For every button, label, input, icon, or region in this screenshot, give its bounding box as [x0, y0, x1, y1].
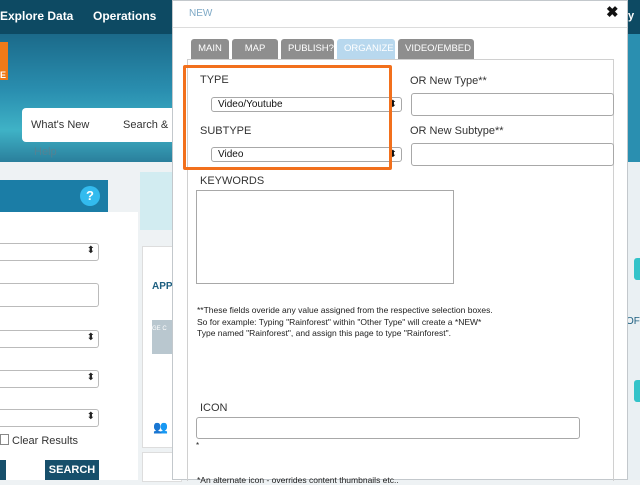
clear-results-label: Clear Results	[12, 435, 79, 447]
logo-letter: E	[0, 70, 7, 80]
right-edge-content: y OF	[626, 10, 640, 480]
people-icon: 👥	[153, 420, 168, 434]
required-mark: *	[196, 441, 200, 450]
icon-input[interactable]	[196, 417, 580, 439]
new-type-label: OR New Type**	[410, 75, 487, 87]
override-note: **These fields overide any value assigne…	[197, 305, 493, 340]
tab-main[interactable]: MAIN	[191, 39, 229, 59]
nav-explore-data[interactable]: Explore Data	[0, 9, 73, 23]
tab-search[interactable]: Search &	[123, 119, 168, 131]
new-type-input[interactable]	[411, 93, 614, 116]
filter-select-3[interactable]	[0, 370, 99, 388]
tab-map-it[interactable]: MAP IT!	[232, 39, 278, 74]
tab-whats-new[interactable]: What's New	[31, 119, 89, 131]
note-line: So for example: Typing "Rainforest" with…	[197, 316, 482, 339]
divider	[173, 27, 627, 28]
clear-results-option[interactable]: Clear Results	[0, 434, 78, 447]
filter-select-1[interactable]	[0, 243, 99, 261]
help-link[interactable]: Help	[34, 146, 57, 158]
hero-tabs: What's New Search &	[22, 108, 174, 142]
card-title[interactable]: APP	[152, 281, 173, 292]
close-icon[interactable]: ✖	[606, 3, 619, 21]
help-icon[interactable]: ?	[80, 186, 100, 206]
side-tab[interactable]	[634, 258, 640, 280]
filter-text-input[interactable]	[0, 283, 99, 307]
filter-select-4[interactable]	[0, 409, 99, 427]
clear-results-checkbox[interactable]	[0, 434, 9, 445]
partial-button[interactable]	[0, 460, 6, 480]
hero-edge	[628, 34, 640, 162]
new-subtype-label: OR New Subtype**	[410, 125, 504, 137]
search-button[interactable]: SEARCH	[45, 460, 99, 480]
side-tab-2[interactable]	[634, 380, 640, 402]
tab-organize[interactable]: ORGANIZE	[337, 39, 395, 59]
keywords-label: KEYWORDS	[200, 175, 265, 187]
nav-operations[interactable]: Operations	[93, 9, 156, 23]
new-subtype-input[interactable]	[411, 143, 614, 166]
tab-video-embed[interactable]: VIDEO/EMBED	[398, 39, 474, 59]
modal-title: NEW	[189, 8, 213, 19]
keywords-textarea[interactable]	[196, 190, 454, 284]
nav-partial-text: y	[628, 10, 635, 22]
filter-select-2[interactable]	[0, 330, 99, 348]
icon-label: ICON	[200, 402, 228, 414]
tab-publish[interactable]: PUBLISH?	[281, 39, 334, 59]
partial-text: OF	[626, 316, 640, 327]
alt-icon-note: *An alternate icon - overrides content t…	[197, 475, 399, 485]
note-line: **These fields overide any value assigne…	[197, 305, 493, 315]
highlight-box	[183, 65, 392, 170]
